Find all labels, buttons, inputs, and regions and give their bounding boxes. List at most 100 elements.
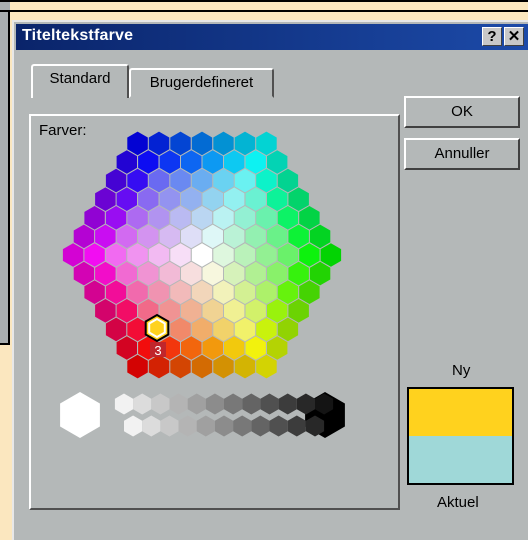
color-swatch[interactable] <box>245 150 266 174</box>
color-swatch[interactable] <box>320 243 342 267</box>
color-swatch[interactable] <box>148 206 170 230</box>
color-swatch[interactable] <box>181 336 202 360</box>
color-swatch[interactable] <box>127 206 148 230</box>
color-swatch[interactable] <box>148 131 170 156</box>
color-swatch[interactable] <box>299 243 320 267</box>
color-swatch[interactable] <box>138 261 159 286</box>
color-swatch[interactable] <box>277 168 299 193</box>
color-swatch[interactable] <box>148 243 170 267</box>
color-swatch[interactable] <box>202 299 224 323</box>
color-swatch[interactable] <box>288 299 309 323</box>
gray-swatch[interactable] <box>160 415 179 437</box>
color-swatch[interactable] <box>213 206 234 230</box>
color-swatch[interactable] <box>267 299 288 323</box>
color-swatch[interactable] <box>277 206 299 230</box>
color-swatch[interactable] <box>181 261 202 286</box>
color-swatch[interactable] <box>234 243 256 267</box>
color-swatch[interactable] <box>116 187 137 211</box>
color-swatch[interactable] <box>213 243 234 267</box>
gray-swatch[interactable] <box>278 393 297 415</box>
color-swatch[interactable] <box>105 206 127 230</box>
color-swatch[interactable] <box>181 187 202 211</box>
tab-standard[interactable]: Standard <box>31 64 129 98</box>
color-swatch[interactable] <box>213 168 234 193</box>
color-swatch[interactable] <box>213 354 234 379</box>
color-swatch[interactable] <box>191 317 213 342</box>
color-swatch[interactable] <box>170 280 191 304</box>
color-swatch[interactable] <box>138 150 159 174</box>
color-swatch[interactable] <box>202 261 224 286</box>
gray-swatch[interactable] <box>114 393 134 415</box>
color-swatch[interactable] <box>224 187 245 211</box>
gray-swatch[interactable] <box>251 415 270 437</box>
color-swatch[interactable] <box>256 354 277 379</box>
color-swatch[interactable] <box>224 224 245 249</box>
color-swatch[interactable] <box>299 280 320 304</box>
color-swatch[interactable] <box>191 131 213 156</box>
gray-swatch[interactable] <box>133 393 152 415</box>
color-swatch[interactable] <box>138 187 159 211</box>
color-swatch[interactable] <box>309 224 331 249</box>
color-swatch[interactable] <box>127 243 148 267</box>
color-swatch[interactable] <box>245 336 266 360</box>
color-swatch[interactable] <box>234 131 256 156</box>
color-swatch[interactable] <box>234 354 256 379</box>
color-swatch[interactable] <box>245 261 266 286</box>
gray-swatch[interactable] <box>205 393 224 415</box>
gray-swatch[interactable] <box>242 393 261 415</box>
color-swatch[interactable] <box>127 131 148 156</box>
color-swatch[interactable] <box>191 280 213 304</box>
color-swatch[interactable] <box>234 206 256 230</box>
color-swatch[interactable] <box>267 187 288 211</box>
color-swatch[interactable] <box>202 150 224 174</box>
color-swatch[interactable] <box>191 206 213 230</box>
color-swatch[interactable] <box>256 168 277 193</box>
color-swatch[interactable] <box>202 336 224 360</box>
color-swatch[interactable] <box>202 224 224 249</box>
gray-swatch[interactable] <box>196 415 215 437</box>
color-swatch[interactable] <box>256 317 277 342</box>
color-swatch[interactable] <box>159 261 180 286</box>
color-swatch[interactable] <box>181 224 202 249</box>
color-swatch[interactable] <box>234 280 256 304</box>
color-swatch[interactable] <box>116 261 137 286</box>
gray-swatch[interactable] <box>151 393 170 415</box>
color-swatch[interactable] <box>288 224 309 249</box>
color-swatch[interactable] <box>159 150 180 174</box>
color-swatch[interactable] <box>288 261 309 286</box>
gray-swatch[interactable] <box>269 415 288 437</box>
gray-swatch[interactable] <box>287 415 306 437</box>
gray-swatch[interactable] <box>214 415 234 437</box>
color-swatch[interactable] <box>73 261 95 286</box>
color-swatch[interactable] <box>309 261 331 286</box>
color-swatch[interactable] <box>267 224 288 249</box>
color-swatch[interactable] <box>116 224 137 249</box>
color-swatch[interactable] <box>256 243 277 267</box>
gray-swatch[interactable] <box>142 415 161 437</box>
color-swatch[interactable] <box>116 336 137 360</box>
color-swatch[interactable] <box>95 187 116 211</box>
color-swatch[interactable] <box>267 261 288 286</box>
color-swatch[interactable] <box>127 280 148 304</box>
color-swatch[interactable] <box>245 187 266 211</box>
color-swatch[interactable] <box>213 317 234 342</box>
color-swatch[interactable] <box>170 131 191 156</box>
color-swatch[interactable] <box>170 206 191 230</box>
color-swatch[interactable] <box>256 280 277 304</box>
color-swatch[interactable] <box>127 168 148 193</box>
color-swatch[interactable] <box>95 299 116 323</box>
color-swatch[interactable] <box>148 354 170 379</box>
color-swatch[interactable] <box>288 187 309 211</box>
color-swatch[interactable] <box>127 354 148 379</box>
color-swatch[interactable] <box>256 131 277 156</box>
color-swatch[interactable] <box>84 206 105 230</box>
color-swatch[interactable] <box>116 299 137 323</box>
color-swatch[interactable] <box>191 243 213 267</box>
color-swatch[interactable] <box>267 150 288 174</box>
color-swatch[interactable] <box>277 243 299 267</box>
color-swatch[interactable] <box>299 206 320 230</box>
color-swatch[interactable] <box>116 150 137 174</box>
color-swatch[interactable] <box>95 224 116 249</box>
color-swatch[interactable] <box>277 317 299 342</box>
color-swatch[interactable] <box>73 224 95 249</box>
